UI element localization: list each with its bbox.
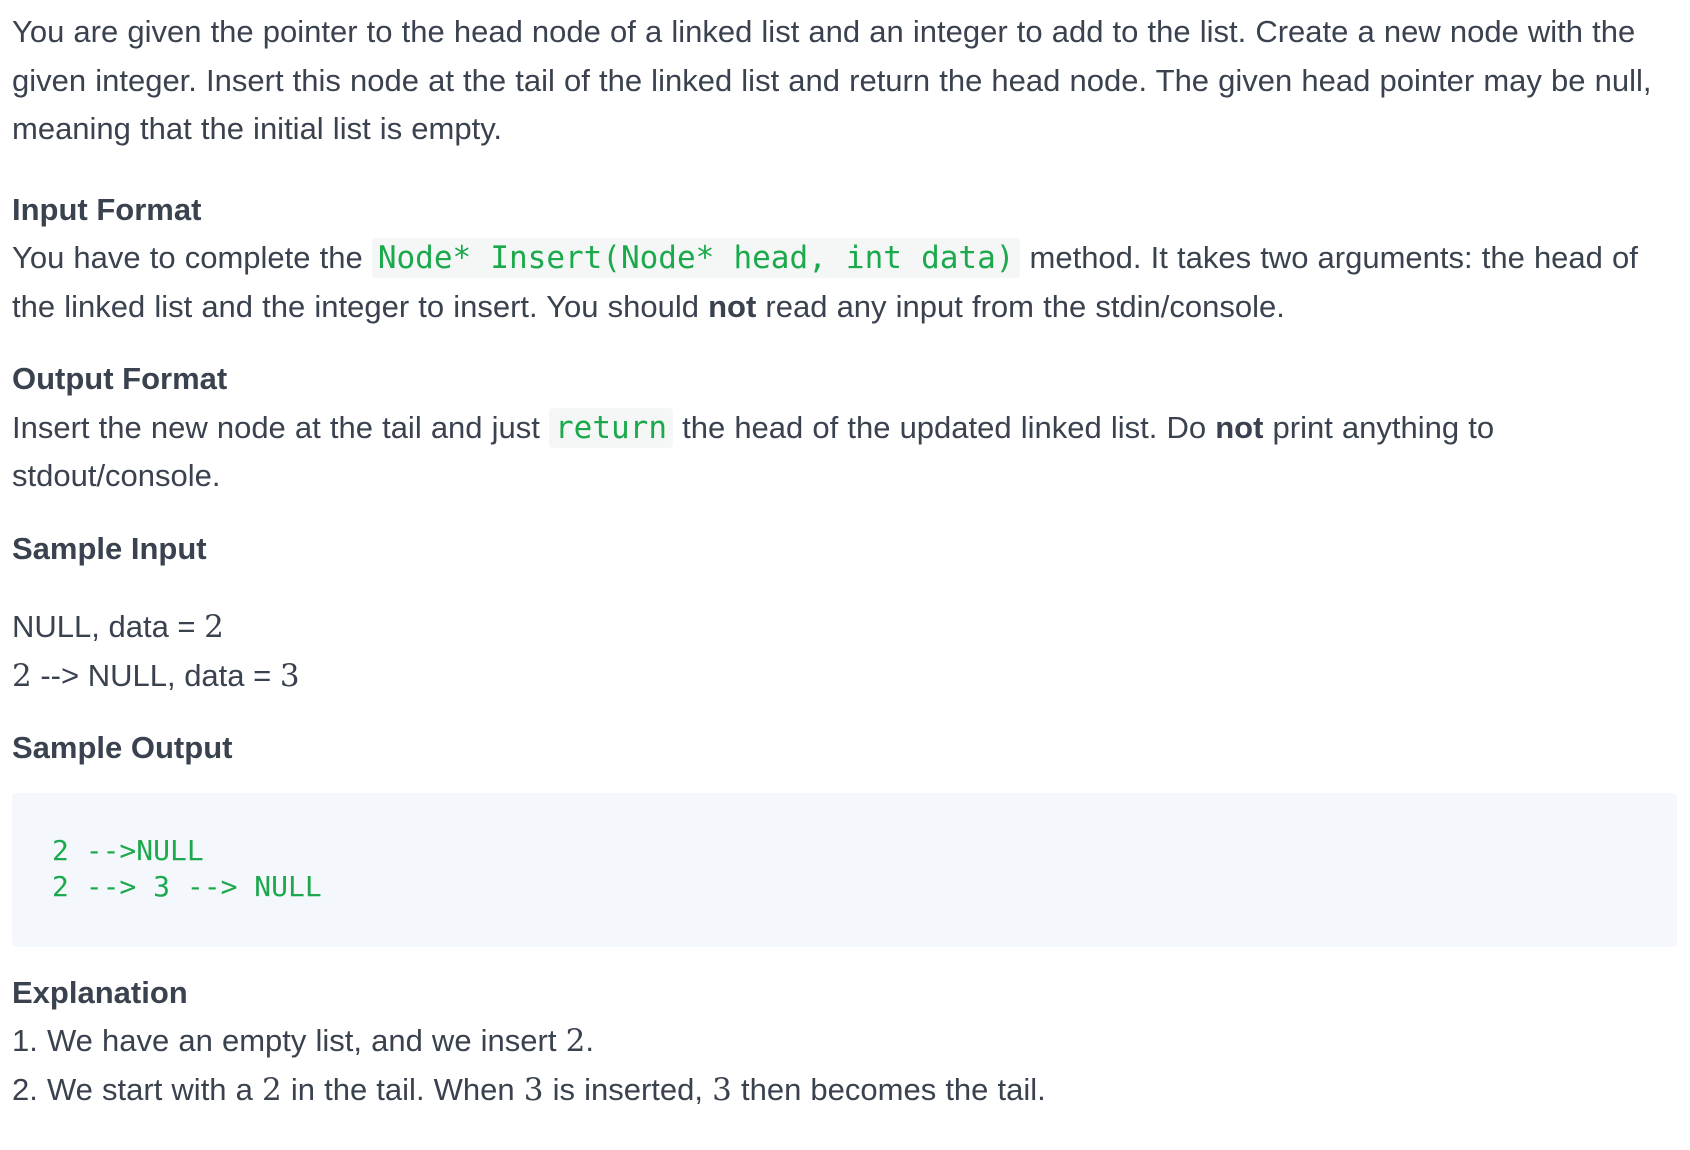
sample-input-line-2-text: --> NULL, data =: [31, 657, 280, 693]
input-format-heading: Input Format: [12, 191, 202, 227]
sample-output-line: 2 -->NULL: [52, 833, 204, 867]
sample-input-line-2-num2: 3: [279, 657, 300, 694]
sample-output-line: 2 --> 3 --> NULL: [52, 869, 322, 903]
input-format-text-end: read any input from the stdin/console.: [756, 288, 1285, 324]
return-code: return: [549, 407, 673, 448]
sample-input-heading: Sample Input: [12, 530, 207, 566]
input-format-text-before: You have to complete the: [12, 240, 372, 275]
explanation-item-1-end: .: [585, 1023, 594, 1058]
problem-statement: You are given the pointer to the head no…: [12, 0, 1677, 1114]
sample-input-line-2-num: 2: [12, 657, 32, 694]
explanation-item-2-text: 2. We start with a: [12, 1071, 263, 1107]
intro-paragraph: You are given the pointer to the head no…: [12, 14, 1652, 146]
sample-output-heading: Sample Output: [12, 730, 233, 765]
explanation-item-2-mid2: is inserted,: [543, 1071, 713, 1107]
explanation-heading: Explanation: [12, 974, 188, 1010]
output-format-bold: not: [1215, 409, 1264, 445]
output-format-paragraph: Insert the new node at the tail and just…: [12, 404, 1677, 501]
explanation-item-2-mid: in the tail. When: [281, 1071, 524, 1107]
output-format-text-before: Insert the new node at the tail and just: [12, 409, 550, 445]
output-format-text-after: the head of the updated linked list. Do: [673, 409, 1216, 445]
sample-input-line-1-num: 2: [204, 609, 224, 645]
explanation-item-2-num1: 2: [262, 1071, 282, 1108]
explanation-item-2-num3: 3: [712, 1071, 732, 1108]
output-format-heading: Output Format: [12, 361, 228, 396]
explanation-item-2: 2. We start with a 2 in the tail. When 3…: [12, 1066, 1677, 1115]
explanation-item-1-text: 1. We have an empty list, and we insert: [12, 1023, 566, 1058]
input-format-bold: not: [708, 288, 757, 324]
sample-input-line-1: NULL, data = 2: [12, 603, 1677, 652]
sample-input-line-2: 2 --> NULL, data = 3: [12, 652, 1677, 701]
sample-input-line-1-text: NULL, data =: [12, 609, 205, 644]
explanation-item-1-num: 2: [565, 1023, 586, 1059]
insert-signature-code: Node* Insert(Node* head, int data): [371, 238, 1021, 278]
explanation-item-2-num2: 3: [523, 1071, 544, 1108]
input-format-paragraph: You have to complete the Node* Insert(No…: [12, 234, 1677, 331]
explanation-item-2-end: then becomes the tail.: [731, 1071, 1046, 1107]
sample-output-codeblock: 2 -->NULL 2 --> 3 --> NULL: [12, 792, 1677, 947]
explanation-item-1: 1. We have an empty list, and we insert …: [12, 1017, 1677, 1066]
